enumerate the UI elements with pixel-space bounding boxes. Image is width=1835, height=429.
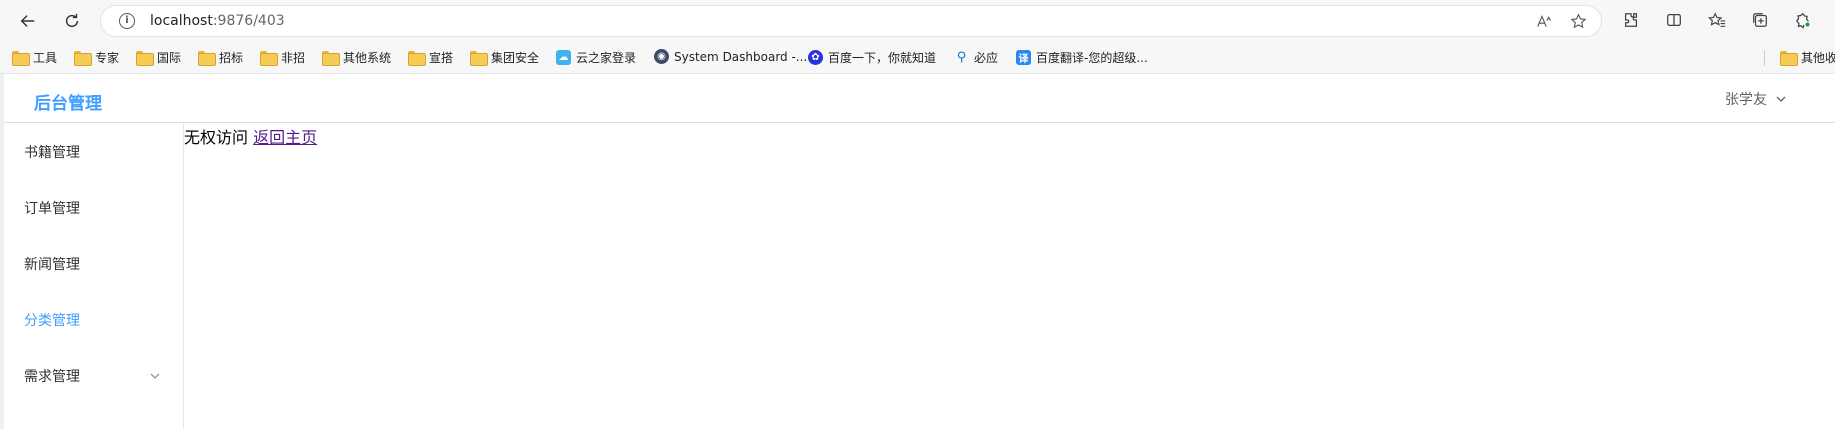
bookmark-folder[interactable]: 其他系统	[322, 49, 391, 66]
folder-icon	[74, 51, 92, 66]
back-button[interactable]	[12, 5, 44, 37]
sidebar-item-orders[interactable]: 订单管理	[4, 180, 183, 236]
favorites-icon[interactable]	[1704, 6, 1730, 34]
address-bar[interactable]: i localhost:9876/403	[100, 5, 1602, 37]
favorite-star-icon[interactable]	[1567, 10, 1589, 32]
folder-icon	[470, 51, 488, 66]
bookmark-folder[interactable]: 工具	[12, 49, 57, 66]
bookmark-link[interactable]: 译百度翻译-您的超级...	[1016, 49, 1148, 66]
no-access-text: 无权访问	[184, 128, 249, 147]
folder-icon	[322, 51, 340, 66]
reload-button[interactable]	[56, 5, 88, 37]
sidebar-item-requirements[interactable]: 需求管理	[4, 348, 183, 404]
bookmark-folder[interactable]: 非招	[260, 49, 305, 66]
extensions-icon[interactable]	[1618, 6, 1644, 34]
bookmark-folder[interactable]: 招标	[198, 49, 243, 66]
reload-icon	[65, 13, 79, 28]
app-title: 后台管理	[34, 94, 102, 114]
user-menu[interactable]: 张学友	[1725, 89, 1787, 109]
app-page: 后台管理 张学友 书籍管理 订单管理 新闻管理 分类管理 需求管理 无权访问 返…	[0, 74, 1835, 429]
cloud-icon: ☁	[556, 50, 571, 65]
folder-icon	[260, 51, 278, 66]
sidebar-item-books[interactable]: 书籍管理	[4, 124, 183, 180]
chevron-down-icon	[150, 373, 160, 379]
sidebar-item-categories[interactable]: 分类管理	[4, 292, 183, 348]
translate-icon: 译	[1016, 50, 1031, 65]
bookmark-folder[interactable]: 宣搭	[408, 49, 453, 66]
split-screen-icon[interactable]	[1661, 6, 1687, 34]
bookmark-separator	[1764, 50, 1765, 66]
bookmark-folder[interactable]: 专家	[74, 49, 119, 66]
chevron-down-icon	[1776, 96, 1786, 102]
folder-icon	[136, 51, 154, 66]
sidebar-menu: 书籍管理 订单管理 新闻管理 分类管理 需求管理	[4, 124, 184, 429]
bookmark-link[interactable]: ✿ 百度一下，你就知道	[808, 49, 936, 66]
profile-icon[interactable]	[1790, 6, 1816, 34]
search-icon: ⚲	[956, 50, 967, 65]
bookmark-link[interactable]: ◉ System Dashboard -...	[654, 49, 807, 64]
collections-icon[interactable]	[1747, 6, 1773, 34]
url-text[interactable]: localhost:9876/403	[150, 13, 285, 29]
forbidden-message: 无权访问 返回主页	[184, 124, 317, 148]
bookmark-link[interactable]: ☁ 云之家登录	[556, 49, 636, 66]
baidu-paw-icon: ✿	[808, 50, 823, 65]
folder-icon	[408, 51, 426, 66]
folder-icon	[1780, 51, 1798, 66]
dashboard-icon: ◉	[654, 49, 669, 64]
bookmarks-bar: 工具 专家 国际 招标 非招 其他系统 宣搭 集团安全 ☁ 云之家登录 ◉ Syst…	[0, 42, 1835, 74]
bookmark-folder[interactable]: 集团安全	[470, 49, 539, 66]
bookmark-folder[interactable]: 国际	[136, 49, 181, 66]
sidebar-item-news[interactable]: 新闻管理	[4, 236, 183, 292]
bookmark-link[interactable]: ⚲ 必应	[954, 49, 998, 66]
app-header: 后台管理 张学友	[4, 74, 1835, 123]
bookmark-folder-other[interactable]: 其他收	[1780, 49, 1835, 66]
browser-toolbar: i localhost:9876/403	[0, 0, 1835, 42]
folder-icon	[12, 51, 30, 66]
back-icon	[20, 15, 35, 27]
read-aloud-icon[interactable]	[1533, 10, 1555, 32]
folder-icon	[198, 51, 216, 66]
user-name: 张学友	[1725, 92, 1767, 108]
info-icon[interactable]: i	[119, 13, 135, 29]
back-home-link[interactable]: 返回主页	[253, 128, 317, 147]
